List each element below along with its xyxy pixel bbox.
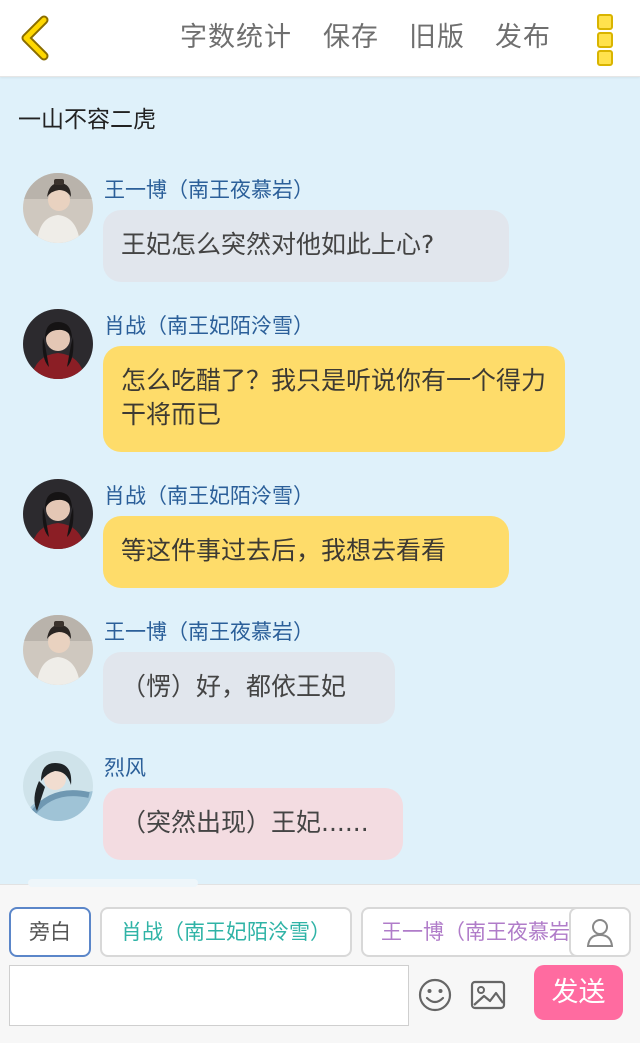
add-role-button[interactable] <box>569 907 631 957</box>
message-bubble[interactable]: 等这件事过去后，我想去看看 <box>103 516 509 588</box>
emoji-button[interactable] <box>417 977 453 1013</box>
publish-button[interactable]: 发布 <box>495 18 551 58</box>
avatar[interactable] <box>23 173 93 243</box>
word-count-button[interactable]: 字数统计 <box>180 18 292 58</box>
more-menu-button[interactable] <box>592 12 618 66</box>
chat-story-editor: 字数统计 保存 旧版 发布 一山不容二虎 王一博（南王夜慕岩） 王妃怎么突然对他… <box>0 0 640 1043</box>
person-icon <box>586 919 614 947</box>
partial-bubble <box>28 879 198 887</box>
avatar[interactable] <box>23 615 93 685</box>
back-button[interactable] <box>12 12 58 64</box>
avatar[interactable] <box>23 751 93 821</box>
message-bubble[interactable]: （愣）好，都依王妃 <box>103 652 395 724</box>
sender-name: 王一博（南王夜慕岩） <box>104 620 314 644</box>
avatar[interactable] <box>23 479 93 549</box>
back-chevron-icon <box>21 15 49 61</box>
message-input[interactable] <box>9 965 409 1026</box>
image-button[interactable] <box>470 977 506 1013</box>
sender-name: 王一博（南王夜慕岩） <box>104 178 314 202</box>
sender-name: 肖战（南王妃陌泠雪） <box>104 484 314 508</box>
message-bubble[interactable]: 怎么吃醋了？我只是听说你有一个得力干将而已 <box>103 346 565 452</box>
message-bubble[interactable]: 王妃怎么突然对他如此上心? <box>103 210 509 282</box>
role-chip-wang-yibo[interactable]: 王一博（南王夜慕岩 <box>361 907 591 957</box>
sender-name: 烈风 <box>104 756 146 780</box>
avatar[interactable] <box>23 309 93 379</box>
emoji-icon <box>418 978 452 1012</box>
message-bubble[interactable]: （突然出现）王妃...... <box>103 788 403 860</box>
save-button[interactable]: 保存 <box>323 18 379 58</box>
top-toolbar: 字数统计 保存 旧版 发布 <box>0 0 640 77</box>
role-chip-xiao-zhan[interactable]: 肖战（南王妃陌泠雪） <box>100 907 352 957</box>
role-chip-narration[interactable]: 旁白 <box>9 907 91 957</box>
sender-name: 肖战（南王妃陌泠雪） <box>104 314 314 338</box>
image-icon <box>470 980 506 1010</box>
send-button[interactable]: 发送 <box>534 965 623 1020</box>
old-version-button[interactable]: 旧版 <box>409 18 465 58</box>
composer-panel: 旁白 肖战（南王妃陌泠雪） 王一博（南王夜慕岩 发送 <box>0 879 640 1043</box>
story-title: 一山不容二虎 <box>18 107 156 133</box>
